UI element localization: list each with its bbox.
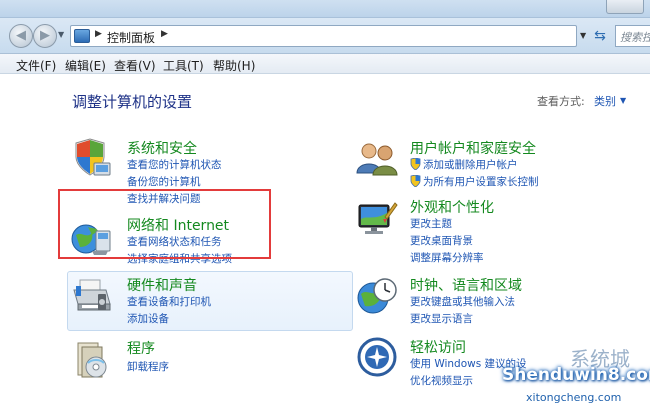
link-backup-computer[interactable]: 备份您的计算机 (127, 174, 201, 189)
category-appearance[interactable]: 外观和个性化 (410, 197, 494, 217)
ease-of-access-icon[interactable] (355, 335, 399, 379)
link-optimize-video[interactable]: 优化视频显示 (410, 373, 473, 388)
link-keyboard-input[interactable]: 更改键盘或其他输入法 (410, 294, 515, 309)
link-add-device[interactable]: 添加设备 (127, 311, 169, 326)
programs-icon[interactable] (70, 337, 114, 381)
forward-button[interactable]: ▶ (33, 24, 57, 48)
menu-help[interactable]: 帮助(H) (213, 57, 255, 74)
menu-file[interactable]: 文件(F) (16, 57, 56, 74)
shield-pc-icon[interactable] (70, 137, 114, 181)
back-button[interactable]: ◀ (9, 24, 33, 48)
watermark: 系统城 Shenduwin8.com xitongcheng.com (490, 345, 650, 412)
menu-edit[interactable]: 编辑(E) (65, 57, 106, 74)
view-by-label: 查看方式: (537, 95, 585, 108)
view-by-dropdown[interactable]: 类别 (594, 93, 616, 109)
category-system-security[interactable]: 系统和安全 (127, 138, 197, 158)
link-devices-printers[interactable]: 查看设备和打印机 (127, 294, 211, 309)
link-parental-controls[interactable]: 为所有用户设置家长控制 (410, 174, 539, 189)
link-display-language[interactable]: 更改显示语言 (410, 311, 473, 326)
breadcrumb-chevron-icon[interactable]: ▶ (161, 29, 168, 39)
watermark-url: xitongcheng.com (526, 391, 622, 404)
clock-globe-icon[interactable] (355, 274, 399, 318)
refresh-icon[interactable]: ⇆ (590, 26, 610, 46)
menu-view[interactable]: 查看(V) (114, 57, 156, 74)
category-hardware-sound[interactable]: 硬件和声音 (127, 275, 197, 295)
link-uninstall-program[interactable]: 卸载程序 (127, 359, 169, 374)
address-field[interactable]: ▶ 控制面板 ▶ (70, 25, 577, 47)
link-label: 添加或删除用户帐户 (423, 159, 518, 171)
monitor-brush-icon[interactable] (355, 197, 399, 241)
address-dropdown-icon[interactable]: ▼ (580, 31, 586, 40)
uac-shield-icon (410, 158, 421, 170)
breadcrumb-control-panel[interactable]: 控制面板 (107, 29, 155, 46)
link-label: 为所有用户设置家长控制 (423, 176, 539, 188)
category-user-accounts[interactable]: 用户帐户和家庭安全 (410, 138, 536, 158)
menu-bar: 文件(F) 编辑(E) 查看(V) 工具(T) 帮助(H) (0, 54, 650, 74)
printer-icon[interactable] (70, 274, 114, 318)
close-button[interactable] (606, 0, 644, 14)
uac-shield-icon (410, 175, 421, 187)
watermark-brand: Shenduwin8.com (502, 365, 650, 385)
search-input[interactable]: 搜索控制 (615, 25, 650, 47)
recent-pages-dropdown-icon[interactable]: ▼ (58, 30, 64, 39)
category-ease-of-access[interactable]: 轻松访问 (410, 337, 466, 357)
chevron-down-icon[interactable]: ▼ (620, 96, 626, 105)
category-programs[interactable]: 程序 (127, 338, 155, 358)
window-titlebar (0, 0, 650, 18)
control-panel-icon (74, 29, 90, 43)
users-icon[interactable] (355, 137, 399, 181)
breadcrumb-chevron-icon[interactable]: ▶ (95, 29, 102, 39)
link-desktop-background[interactable]: 更改桌面背景 (410, 233, 473, 248)
link-add-remove-user[interactable]: 添加或删除用户帐户 (410, 157, 518, 172)
link-view-computer-status[interactable]: 查看您的计算机状态 (127, 157, 222, 172)
link-screen-resolution[interactable]: 调整屏幕分辨率 (410, 250, 484, 265)
annotation-highlight-box (58, 189, 271, 259)
address-toolbar: ◀ ▶ ▼ ▶ 控制面板 ▶ ▼ ⇆ 搜索控制 (0, 18, 650, 54)
category-clock-language-region[interactable]: 时钟、语言和区域 (410, 275, 522, 295)
link-change-theme[interactable]: 更改主题 (410, 216, 452, 231)
page-title: 调整计算机的设置 (72, 93, 193, 111)
menu-tools[interactable]: 工具(T) (163, 57, 204, 74)
